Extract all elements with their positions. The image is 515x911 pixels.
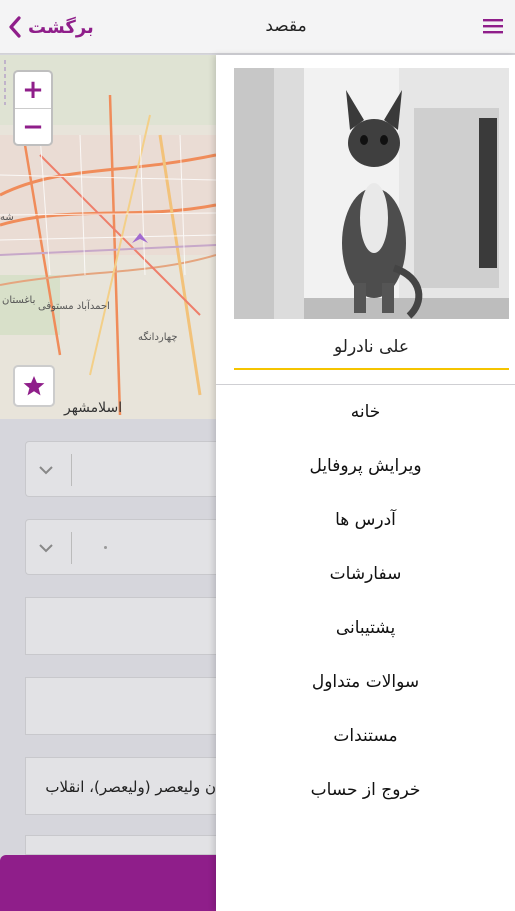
zoom-in-button[interactable]: + [15,72,51,109]
menu-item-addresses[interactable]: آدرس ها [216,493,515,547]
text-field[interactable] [25,597,216,655]
map-label: اسلامشهر [64,400,123,416]
chevron-down-icon [39,466,53,475]
chevron-left-icon [9,16,21,38]
menu-item-support[interactable]: پشتیبانی [216,601,515,655]
name-underline [234,368,509,370]
map-label: باغستان [2,295,36,306]
hamburger-menu-icon[interactable] [483,18,503,34]
cat-photo [234,68,509,319]
placeholder-dot [104,546,107,549]
menu-item-home[interactable]: خانه [216,385,515,439]
menu-item-logout[interactable]: خروج از حساب [216,763,515,817]
back-button[interactable]: برگشت [8,12,94,42]
menu-item-edit-profile[interactable]: ویرایش پروفایل [216,439,515,493]
favorite-button[interactable] [13,365,55,407]
menu-item-documents[interactable]: مستندات [216,709,515,763]
address-value: ن ولیعصر (ولیعصر)، انقلاب [45,778,216,796]
star-icon [23,376,45,396]
select-field[interactable] [25,441,216,497]
menu-item-faq[interactable]: سوالات متداول [216,655,515,709]
map-view[interactable]: + − شه باغستان احمدآباد مستوفی چهاردانگه… [0,55,216,419]
menu-item-orders[interactable]: سفارشات [216,547,515,601]
map-label: احمدآباد مستوفی [38,301,110,312]
back-button-label: برگشت [28,16,94,38]
chevron-down-icon [39,544,53,553]
select-field[interactable] [25,519,216,575]
zoom-out-button[interactable]: − [15,109,51,145]
address-field[interactable]: ن ولیعصر (ولیعصر)، انقلاب [25,757,216,815]
user-name: علی نادرلو [334,337,409,357]
map-label: چهاردانگه [138,332,178,343]
map-label: شه [0,212,14,223]
divider [71,454,72,486]
text-field[interactable] [25,835,216,855]
divider [71,532,72,564]
submit-button[interactable] [0,855,216,911]
navigation-drawer: علی نادرلو خانه ویرایش پروفایل آدرس ها س… [216,55,515,911]
drawer-menu: خانه ویرایش پروفایل آدرس ها سفارشات پشتی… [216,385,515,817]
page-title: مقصد [265,16,307,36]
top-app-bar: برگشت مقصد [0,0,515,54]
avatar [234,68,509,319]
zoom-control: + − [13,70,53,146]
text-field[interactable] [25,677,216,735]
